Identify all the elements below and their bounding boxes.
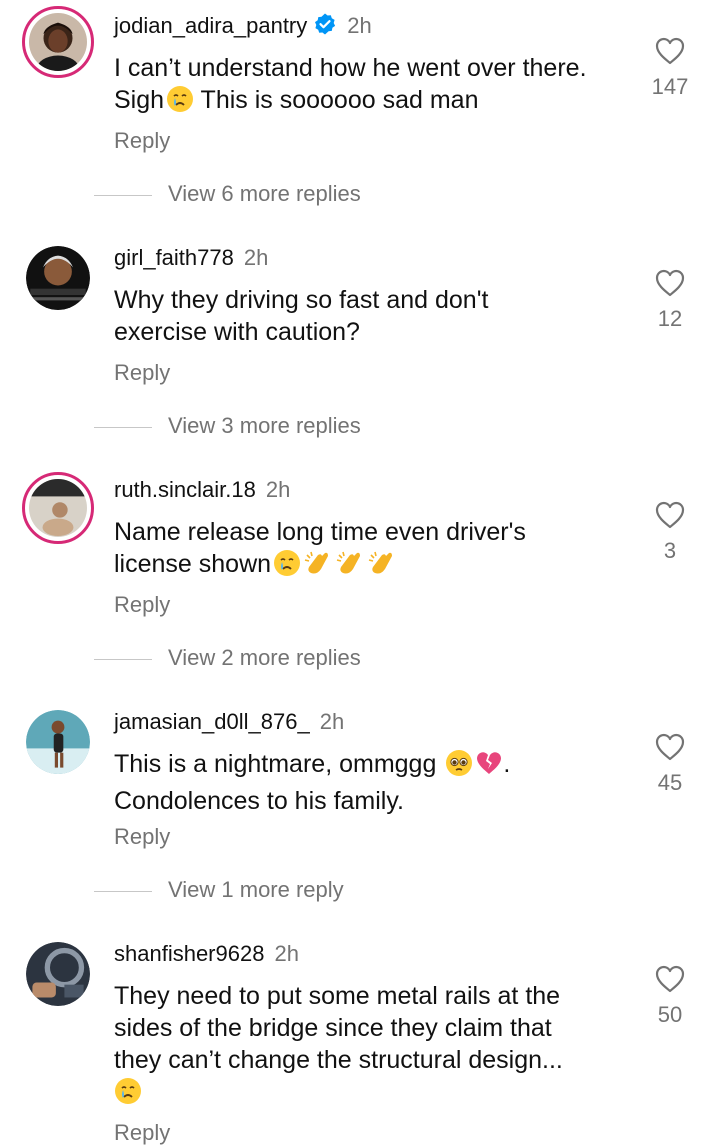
comment-header: girl_faith778 2h — [114, 245, 268, 271]
view-more-replies[interactable]: View 6 more replies — [94, 181, 361, 207]
like-count: 45 — [657, 770, 683, 795]
like-control: 12 — [640, 268, 700, 332]
divider-line — [94, 890, 152, 892]
like-control: 3 — [640, 500, 700, 564]
username[interactable]: ruth.sinclair.18 — [114, 477, 256, 502]
crying-face-emoji — [273, 549, 301, 585]
timestamp: 2h — [347, 13, 372, 38]
crying-face-emoji — [114, 1077, 142, 1113]
like-count: 50 — [657, 1002, 683, 1027]
reply-button[interactable]: Reply — [114, 1120, 170, 1146]
timestamp: 2h — [319, 709, 345, 734]
view-more-replies[interactable]: View 1 more reply — [94, 877, 344, 903]
timestamp: 2h — [243, 245, 269, 270]
comment-text: This is a nightmare, ommggg . Condolence… — [114, 749, 511, 815]
username[interactable]: girl_faith778 — [114, 245, 234, 270]
comment-header: shanfisher9628 2h — [114, 941, 299, 967]
like-control: 50 — [640, 964, 700, 1028]
like-count: 12 — [657, 306, 683, 331]
reply-button[interactable]: Reply — [114, 360, 170, 386]
avatar[interactable] — [26, 246, 90, 310]
view-more-replies[interactable]: View 3 more replies — [94, 413, 361, 439]
username[interactable]: jamasian_d0ll_876_ — [114, 709, 310, 734]
reply-button[interactable]: Reply — [114, 592, 170, 618]
broken-heart-emoji — [475, 749, 503, 785]
verified-badge-icon — [313, 12, 337, 42]
comment-header: ruth.sinclair.18 2h — [114, 477, 290, 503]
crying-face-emoji — [166, 85, 194, 121]
clapping-hands-emoji — [303, 549, 333, 585]
like-control: 147 — [640, 36, 700, 100]
avatar[interactable] — [22, 472, 94, 544]
avatar[interactable] — [26, 942, 90, 1006]
divider-line — [94, 426, 152, 428]
like-control: 45 — [640, 732, 700, 796]
comment-text: Name release long time even driver's lic… — [114, 516, 634, 585]
pleading-face-emoji — [445, 749, 473, 785]
reply-button[interactable]: Reply — [114, 824, 170, 850]
divider-line — [94, 658, 152, 660]
heart-outline-icon[interactable] — [640, 268, 700, 298]
avatar[interactable] — [26, 710, 90, 774]
clapping-hands-emoji — [335, 549, 365, 585]
comment-header: jamasian_d0ll_876_ 2h — [114, 709, 344, 735]
divider-line — [94, 194, 152, 196]
heart-outline-icon[interactable] — [640, 964, 700, 994]
comment-text: Why they driving so fast and don't exerc… — [114, 286, 489, 346]
timestamp: 2h — [274, 941, 299, 966]
timestamp: 2h — [265, 477, 291, 502]
clapping-hands-emoji — [367, 549, 397, 585]
heart-outline-icon[interactable] — [640, 732, 700, 762]
avatar[interactable] — [22, 6, 94, 78]
username[interactable]: shanfisher9628 — [114, 941, 264, 966]
heart-outline-icon[interactable] — [640, 36, 700, 66]
view-more-replies[interactable]: View 2 more replies — [94, 645, 361, 671]
comment-text: I can’t understand how he went over ther… — [114, 52, 634, 121]
like-count: 147 — [651, 74, 689, 99]
reply-button[interactable]: Reply — [114, 128, 170, 154]
username[interactable]: jodian_adira_pantry — [114, 13, 307, 38]
like-count: 3 — [663, 538, 677, 563]
comment-text: They need to put some metal rails at the… — [114, 980, 634, 1113]
heart-outline-icon[interactable] — [640, 500, 700, 530]
comment-header: jodian_adira_pantry 2h — [114, 12, 372, 42]
